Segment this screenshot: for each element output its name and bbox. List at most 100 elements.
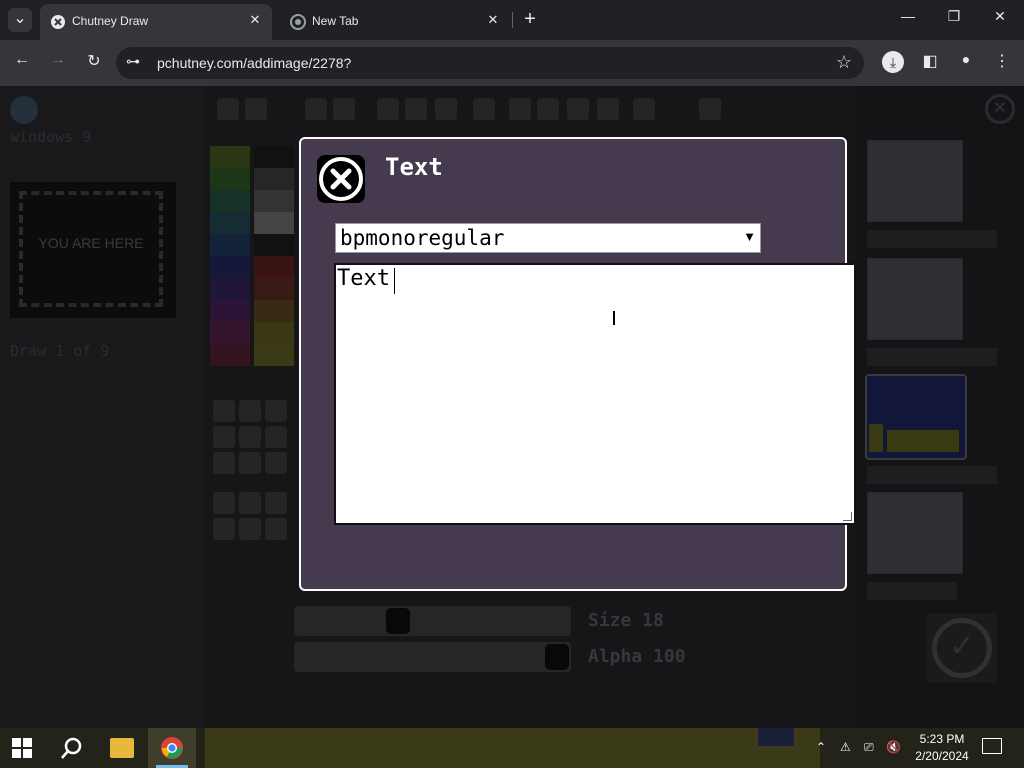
color-swatch[interactable] [254, 190, 294, 212]
tray-chevron-up-icon[interactable]: ⌃ [816, 740, 826, 754]
color-swatch[interactable] [254, 146, 294, 168]
color-swatch[interactable] [254, 278, 294, 300]
color-swatch[interactable] [210, 300, 250, 322]
tab-close-icon[interactable]: ✕ [246, 12, 264, 28]
save-tool-icon[interactable] [217, 98, 239, 120]
color-swatch[interactable] [210, 146, 250, 168]
restore-button[interactable]: ❐ [934, 8, 974, 32]
new-tab-button[interactable]: + [518, 8, 542, 32]
network-status-icon[interactable]: ⚠ [840, 740, 851, 754]
clock-time[interactable]: 5:23 PM [912, 732, 972, 746]
layer-controls[interactable] [867, 466, 997, 484]
forward-button[interactable]: → [46, 51, 70, 75]
color-swatch[interactable] [254, 300, 294, 322]
slash-tool-icon[interactable] [213, 492, 235, 514]
square-tool-icon[interactable] [265, 492, 287, 514]
bookmark-star-icon[interactable]: ☆ [836, 52, 852, 73]
profile-button[interactable]: ● [954, 51, 978, 75]
checker-tool-icon[interactable] [265, 452, 287, 474]
brush-tool-icon[interactable] [537, 98, 559, 120]
color-swatch[interactable] [254, 322, 294, 344]
eraser-tool-icon[interactable] [239, 400, 261, 422]
color-swatch[interactable] [210, 190, 250, 212]
text-input-area[interactable]: Text [334, 263, 856, 525]
color-swatch[interactable] [210, 212, 250, 234]
reload-button[interactable]: ↻ [82, 51, 106, 75]
color-swatch[interactable] [254, 256, 294, 278]
stamp-tool-icon[interactable] [213, 452, 235, 474]
rotate-tool-icon[interactable] [567, 98, 589, 120]
select-tool-icon[interactable] [597, 98, 619, 120]
pen-tool-icon[interactable] [265, 400, 287, 422]
taskbar-chrome-button[interactable] [148, 728, 196, 768]
url-text[interactable]: pchutney.com/addimage/2278? [157, 55, 351, 71]
color-swatch[interactable] [210, 322, 250, 344]
size-label: Size 18 [588, 610, 664, 631]
layer-thumbnail[interactable] [867, 258, 963, 340]
font-select[interactable]: bpmonoregular ▼ [335, 223, 761, 253]
side-panel-button[interactable]: ◧ [918, 51, 942, 75]
settings-tool-icon[interactable] [245, 98, 267, 120]
rectangle-tool-icon[interactable] [239, 492, 261, 514]
frame-tool-icon[interactable] [699, 98, 721, 120]
color-swatch[interactable] [254, 168, 294, 190]
color-swatch[interactable] [254, 234, 294, 256]
color-swatch[interactable] [210, 168, 250, 190]
pattern-tool-icon[interactable] [239, 452, 261, 474]
line-tool-icon[interactable] [213, 426, 235, 448]
done-button[interactable]: ✓ [927, 613, 997, 683]
layer-thumbnail[interactable] [867, 492, 963, 574]
size-slider[interactable] [294, 606, 571, 636]
smudge-tool-icon[interactable] [265, 426, 287, 448]
color-swatch[interactable] [254, 344, 294, 366]
volume-muted-icon[interactable]: 🔇 [886, 740, 901, 754]
undo-tool-icon[interactable] [305, 98, 327, 120]
address-bar[interactable]: ⊶ pchutney.com/addimage/2278? ☆ [116, 47, 864, 79]
resize-handle-icon[interactable] [843, 512, 852, 521]
redo-tool-icon[interactable] [333, 98, 355, 120]
alpha-slider[interactable] [294, 642, 571, 672]
blob-tool-icon[interactable] [213, 518, 235, 540]
color-swatch[interactable] [210, 278, 250, 300]
zoom-tool-icon[interactable] [405, 98, 427, 120]
placeholder-box: YOU ARE HERE [19, 191, 163, 307]
back-button[interactable]: ← [10, 51, 34, 75]
ethernet-icon[interactable]: ⎚ [864, 740, 874, 755]
color-swatch[interactable] [210, 234, 250, 256]
site-info-icon[interactable]: ⊶ [126, 53, 140, 70]
color-swatch[interactable] [210, 344, 250, 366]
flip-tool-icon[interactable] [509, 98, 531, 120]
circle-tool-icon[interactable] [239, 518, 261, 540]
fx-tool-icon[interactable] [473, 98, 495, 120]
layers-tool-icon[interactable] [633, 98, 655, 120]
tab-new-tab[interactable]: New Tab ✕ [280, 4, 510, 40]
file-explorer-icon[interactable] [110, 738, 134, 758]
notifications-icon[interactable] [982, 738, 1002, 754]
size-slider-knob[interactable] [386, 608, 410, 634]
search-button[interactable] [60, 736, 84, 760]
tab-close-icon[interactable]: ✕ [484, 12, 502, 28]
page-close-button[interactable]: ✕ [985, 94, 1015, 124]
grid-tool-icon[interactable] [435, 98, 457, 120]
tab-chutney-draw[interactable]: Chutney Draw ✕ [40, 4, 272, 40]
dropper-tool-icon[interactable] [239, 426, 261, 448]
shape-tool-icon[interactable] [265, 518, 287, 540]
minimize-button[interactable]: — [888, 8, 928, 32]
layer-controls[interactable] [867, 582, 957, 600]
tab-search-button[interactable]: ⌄ [8, 8, 32, 32]
color-swatch[interactable] [210, 256, 250, 278]
layer-thumbnail[interactable] [867, 140, 963, 222]
dialog-close-button[interactable] [317, 155, 365, 203]
layer-thumbnail-active[interactable] [865, 374, 967, 460]
layer-controls[interactable] [867, 348, 997, 366]
layer-controls[interactable] [867, 230, 997, 248]
alpha-slider-knob[interactable] [545, 644, 569, 670]
download-button[interactable]: ⤓ [882, 51, 904, 73]
start-button[interactable] [12, 738, 32, 758]
clock-date[interactable]: 2/20/2024 [908, 749, 976, 763]
window-close-button[interactable]: ✕ [980, 8, 1020, 32]
color-swatch[interactable] [254, 212, 294, 234]
pencil-tool-icon[interactable] [213, 400, 235, 422]
fill-tool-icon[interactable] [377, 98, 399, 120]
chrome-menu-button[interactable]: ⋮ [990, 51, 1014, 75]
